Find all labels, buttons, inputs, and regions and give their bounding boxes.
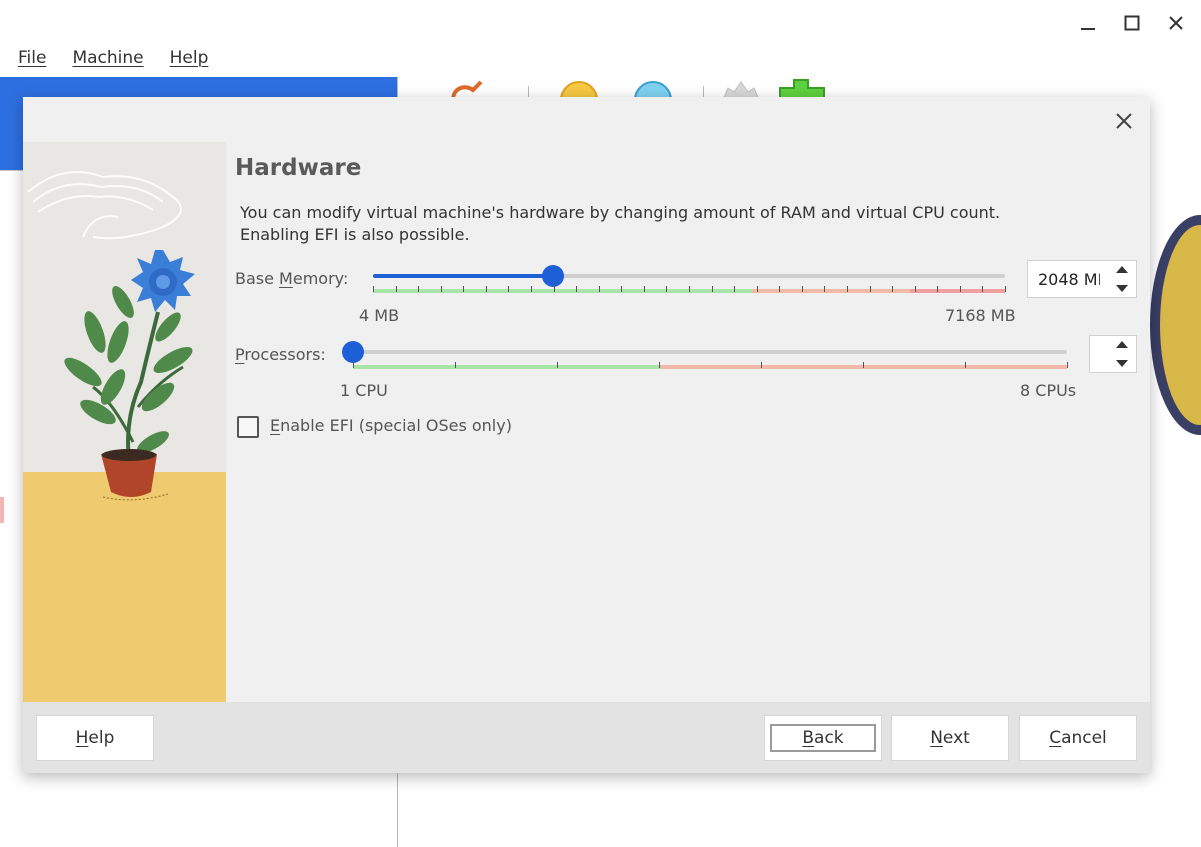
- scale-tick: [599, 286, 600, 292]
- scale-tick: [870, 286, 871, 292]
- scale-tick: [666, 286, 667, 292]
- scale-tick: [373, 286, 374, 292]
- description-line-2: Enabling EFI is also possible.: [240, 225, 470, 244]
- scale-tick: [621, 286, 622, 292]
- description-line-1: You can modify virtual machine's hardwar…: [240, 203, 1001, 222]
- scale-tick: [779, 286, 780, 292]
- scale-tick: [576, 286, 577, 292]
- processors-slider-handle[interactable]: [342, 341, 364, 363]
- base-memory-stepper: [1114, 265, 1130, 293]
- scale-segment: [373, 289, 752, 293]
- increment-arrow-icon[interactable]: [1115, 265, 1129, 274]
- scale-tick: [644, 286, 645, 292]
- create-vm-dialog: Hardware You can modify virtual machine'…: [23, 97, 1150, 773]
- scale-tick: [892, 286, 893, 292]
- memory-max-label: 7168 MB: [945, 306, 1016, 325]
- base-memory-slider-handle[interactable]: [542, 265, 564, 287]
- scale-segment: [752, 289, 910, 293]
- scale-tick: [455, 362, 456, 368]
- base-memory-slider[interactable]: [373, 265, 1005, 287]
- scale-tick: [557, 362, 558, 368]
- scale-tick: [824, 286, 825, 292]
- decrement-arrow-icon[interactable]: [1115, 284, 1129, 293]
- processors-spinbox[interactable]: [1089, 335, 1137, 373]
- scale-tick: [965, 362, 966, 368]
- scale-tick: [712, 286, 713, 292]
- processors-label: Processors:: [235, 345, 326, 364]
- scale-tick: [802, 286, 803, 292]
- scale-tick: [486, 286, 487, 292]
- scale-segment: [353, 365, 660, 369]
- base-memory-slider-fill: [373, 274, 553, 278]
- scale-tick: [1067, 362, 1068, 368]
- scale-tick: [659, 362, 660, 368]
- processors-scale: [353, 362, 1068, 369]
- processors-min-label: 1 CPU: [340, 381, 388, 400]
- background-marker: [0, 497, 4, 523]
- scale-tick: [441, 286, 442, 292]
- window-controls: [1073, 8, 1191, 38]
- scale-tick: [1005, 286, 1006, 292]
- next-button[interactable]: Next: [891, 715, 1009, 761]
- menu-file[interactable]: File: [18, 48, 46, 68]
- processors-slider[interactable]: [342, 341, 1067, 363]
- maximize-icon[interactable]: [1117, 8, 1147, 38]
- menu-machine[interactable]: Machine: [72, 48, 143, 68]
- help-button[interactable]: Help: [36, 715, 154, 761]
- base-memory-scale: [373, 286, 1006, 293]
- base-memory-spinbox[interactable]: 2048 MB: [1027, 260, 1137, 298]
- base-memory-label: Base Memory:: [235, 269, 349, 288]
- minimize-icon[interactable]: [1073, 8, 1103, 38]
- scale-tick: [396, 286, 397, 292]
- page-title: Hardware: [235, 155, 362, 181]
- scale-tick: [508, 286, 509, 292]
- wizard-illustration: [23, 142, 226, 702]
- dialog-footer: Help Back Next Cancel: [23, 702, 1150, 773]
- increment-arrow-icon[interactable]: [1115, 340, 1129, 349]
- vm-preview-graphic: [1150, 215, 1201, 435]
- enable-efi-label[interactable]: Enable EFI (special OSes only): [270, 416, 512, 435]
- scale-tick: [761, 362, 762, 368]
- dialog-close-icon[interactable]: [1110, 107, 1138, 135]
- plant-pot-illustration: [27, 171, 195, 501]
- scale-tick: [463, 286, 464, 292]
- back-button[interactable]: Back: [764, 715, 882, 761]
- decrement-arrow-icon[interactable]: [1115, 359, 1129, 368]
- scale-tick: [915, 286, 916, 292]
- scale-tick: [353, 362, 354, 368]
- menubar: File Machine Help: [18, 48, 208, 68]
- page-description: You can modify virtual machine's hardwar…: [240, 202, 1000, 246]
- menu-help[interactable]: Help: [170, 48, 209, 68]
- scale-tick: [418, 286, 419, 292]
- processors-max-label: 8 CPUs: [1020, 381, 1077, 400]
- scale-tick: [734, 286, 735, 292]
- scale-tick: [554, 286, 555, 292]
- scale-tick: [863, 362, 864, 368]
- processors-stepper: [1114, 340, 1130, 368]
- scale-segment: [910, 289, 1005, 293]
- scale-tick: [757, 286, 758, 292]
- base-memory-value[interactable]: 2048 MB: [1038, 270, 1100, 289]
- enable-efi-checkbox[interactable]: [237, 416, 259, 438]
- scale-tick: [689, 286, 690, 292]
- scale-tick: [960, 286, 961, 292]
- memory-min-label: 4 MB: [359, 306, 400, 325]
- scale-tick: [937, 286, 938, 292]
- cancel-button[interactable]: Cancel: [1019, 715, 1137, 761]
- scale-tick: [982, 286, 983, 292]
- scale-tick: [847, 286, 848, 292]
- close-icon[interactable]: [1161, 8, 1191, 38]
- scale-tick: [531, 286, 532, 292]
